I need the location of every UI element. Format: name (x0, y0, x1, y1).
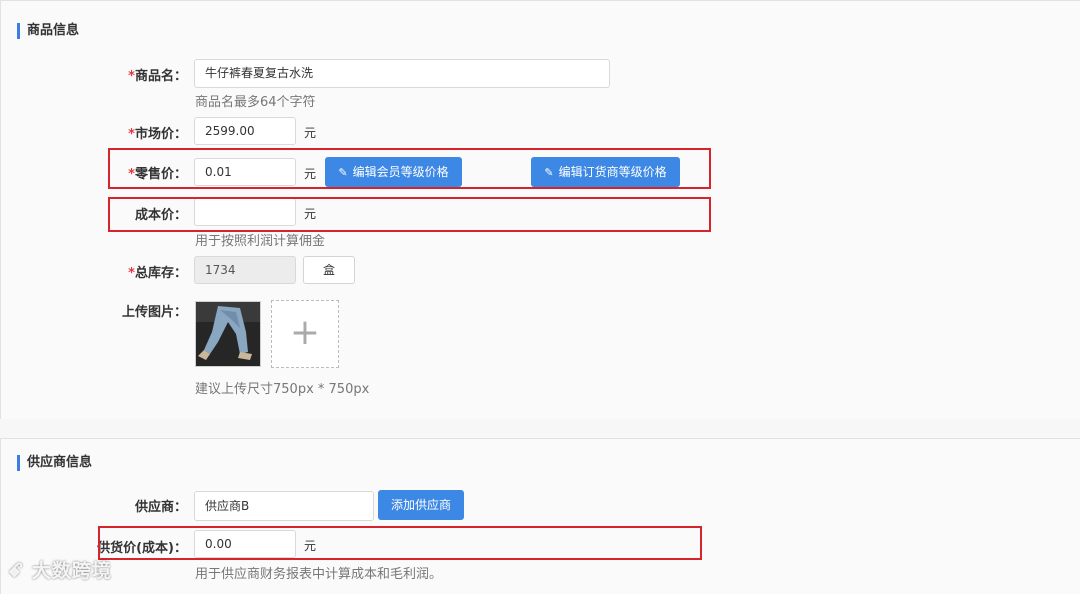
edit-member-price-button[interactable]: ✎ 编辑会员等级价格 (325, 157, 462, 187)
supplier-label: 供应商： (134, 500, 187, 515)
stock-label: *总库存： (128, 266, 187, 281)
upload-image-label: 上传图片： (121, 305, 187, 320)
retail-price-label: *零售价： (128, 167, 187, 182)
add-image-button[interactable]: + (271, 300, 339, 368)
supply-price-label: 供货价(成本)： (97, 541, 187, 556)
market-price-label: *市场价： (128, 127, 187, 142)
plus-icon: + (289, 312, 321, 353)
product-image-thumbnail[interactable] (195, 301, 261, 367)
supply-price-hint: 用于供应商财务报表中计算成本和毛利润。 (195, 567, 443, 582)
supplier-input[interactable]: 供应商B (194, 491, 374, 521)
section-title-supplier: 供应商信息 (17, 455, 92, 471)
supplier-info-panel: 供应商信息 供应商： 供应商B 添加供应商 供货价(成本)： 0.00 元 用于… (0, 438, 1080, 594)
add-supplier-button[interactable]: 添加供应商 (378, 490, 464, 520)
watermark: ꗃ 大数跨境 (8, 560, 112, 582)
section-title-product: 商品信息 (17, 23, 79, 39)
watermark-logo-icon: ꗃ (8, 560, 25, 582)
upload-image-hint: 建议上传尺寸750px * 750px (195, 382, 370, 397)
stock-unit-button[interactable]: 盒 (303, 256, 355, 284)
retail-price-input[interactable]: 0.01 (194, 158, 296, 186)
cost-price-input[interactable] (194, 198, 296, 226)
market-price-input[interactable]: 2599.00 (194, 117, 296, 145)
stock-input: 1734 (194, 256, 296, 284)
supply-price-input[interactable]: 0.00 (194, 530, 296, 558)
market-price-unit: 元 (304, 126, 317, 140)
product-name-hint: 商品名最多64个字符 (195, 95, 316, 110)
cost-price-label: 成本价： (134, 208, 187, 223)
edit-dealer-price-button[interactable]: ✎ 编辑订货商等级价格 (531, 157, 680, 187)
edit-icon: ✎ (338, 166, 348, 179)
supply-price-unit: 元 (304, 539, 317, 553)
jeans-photo (196, 302, 260, 366)
product-name-input[interactable]: 牛仔裤春夏复古水洗 (194, 59, 610, 88)
edit-icon: ✎ (544, 166, 554, 179)
cost-price-unit: 元 (304, 207, 317, 221)
retail-price-unit: 元 (304, 167, 317, 181)
required-mark: * (128, 69, 135, 84)
product-name-label: *商品名： (128, 69, 187, 84)
product-info-panel: 商品信息 *商品名： 牛仔裤春夏复古水洗 商品名最多64个字符 *市场价： 25… (0, 0, 1080, 419)
cost-price-hint: 用于按照利润计算佣金 (195, 234, 326, 249)
